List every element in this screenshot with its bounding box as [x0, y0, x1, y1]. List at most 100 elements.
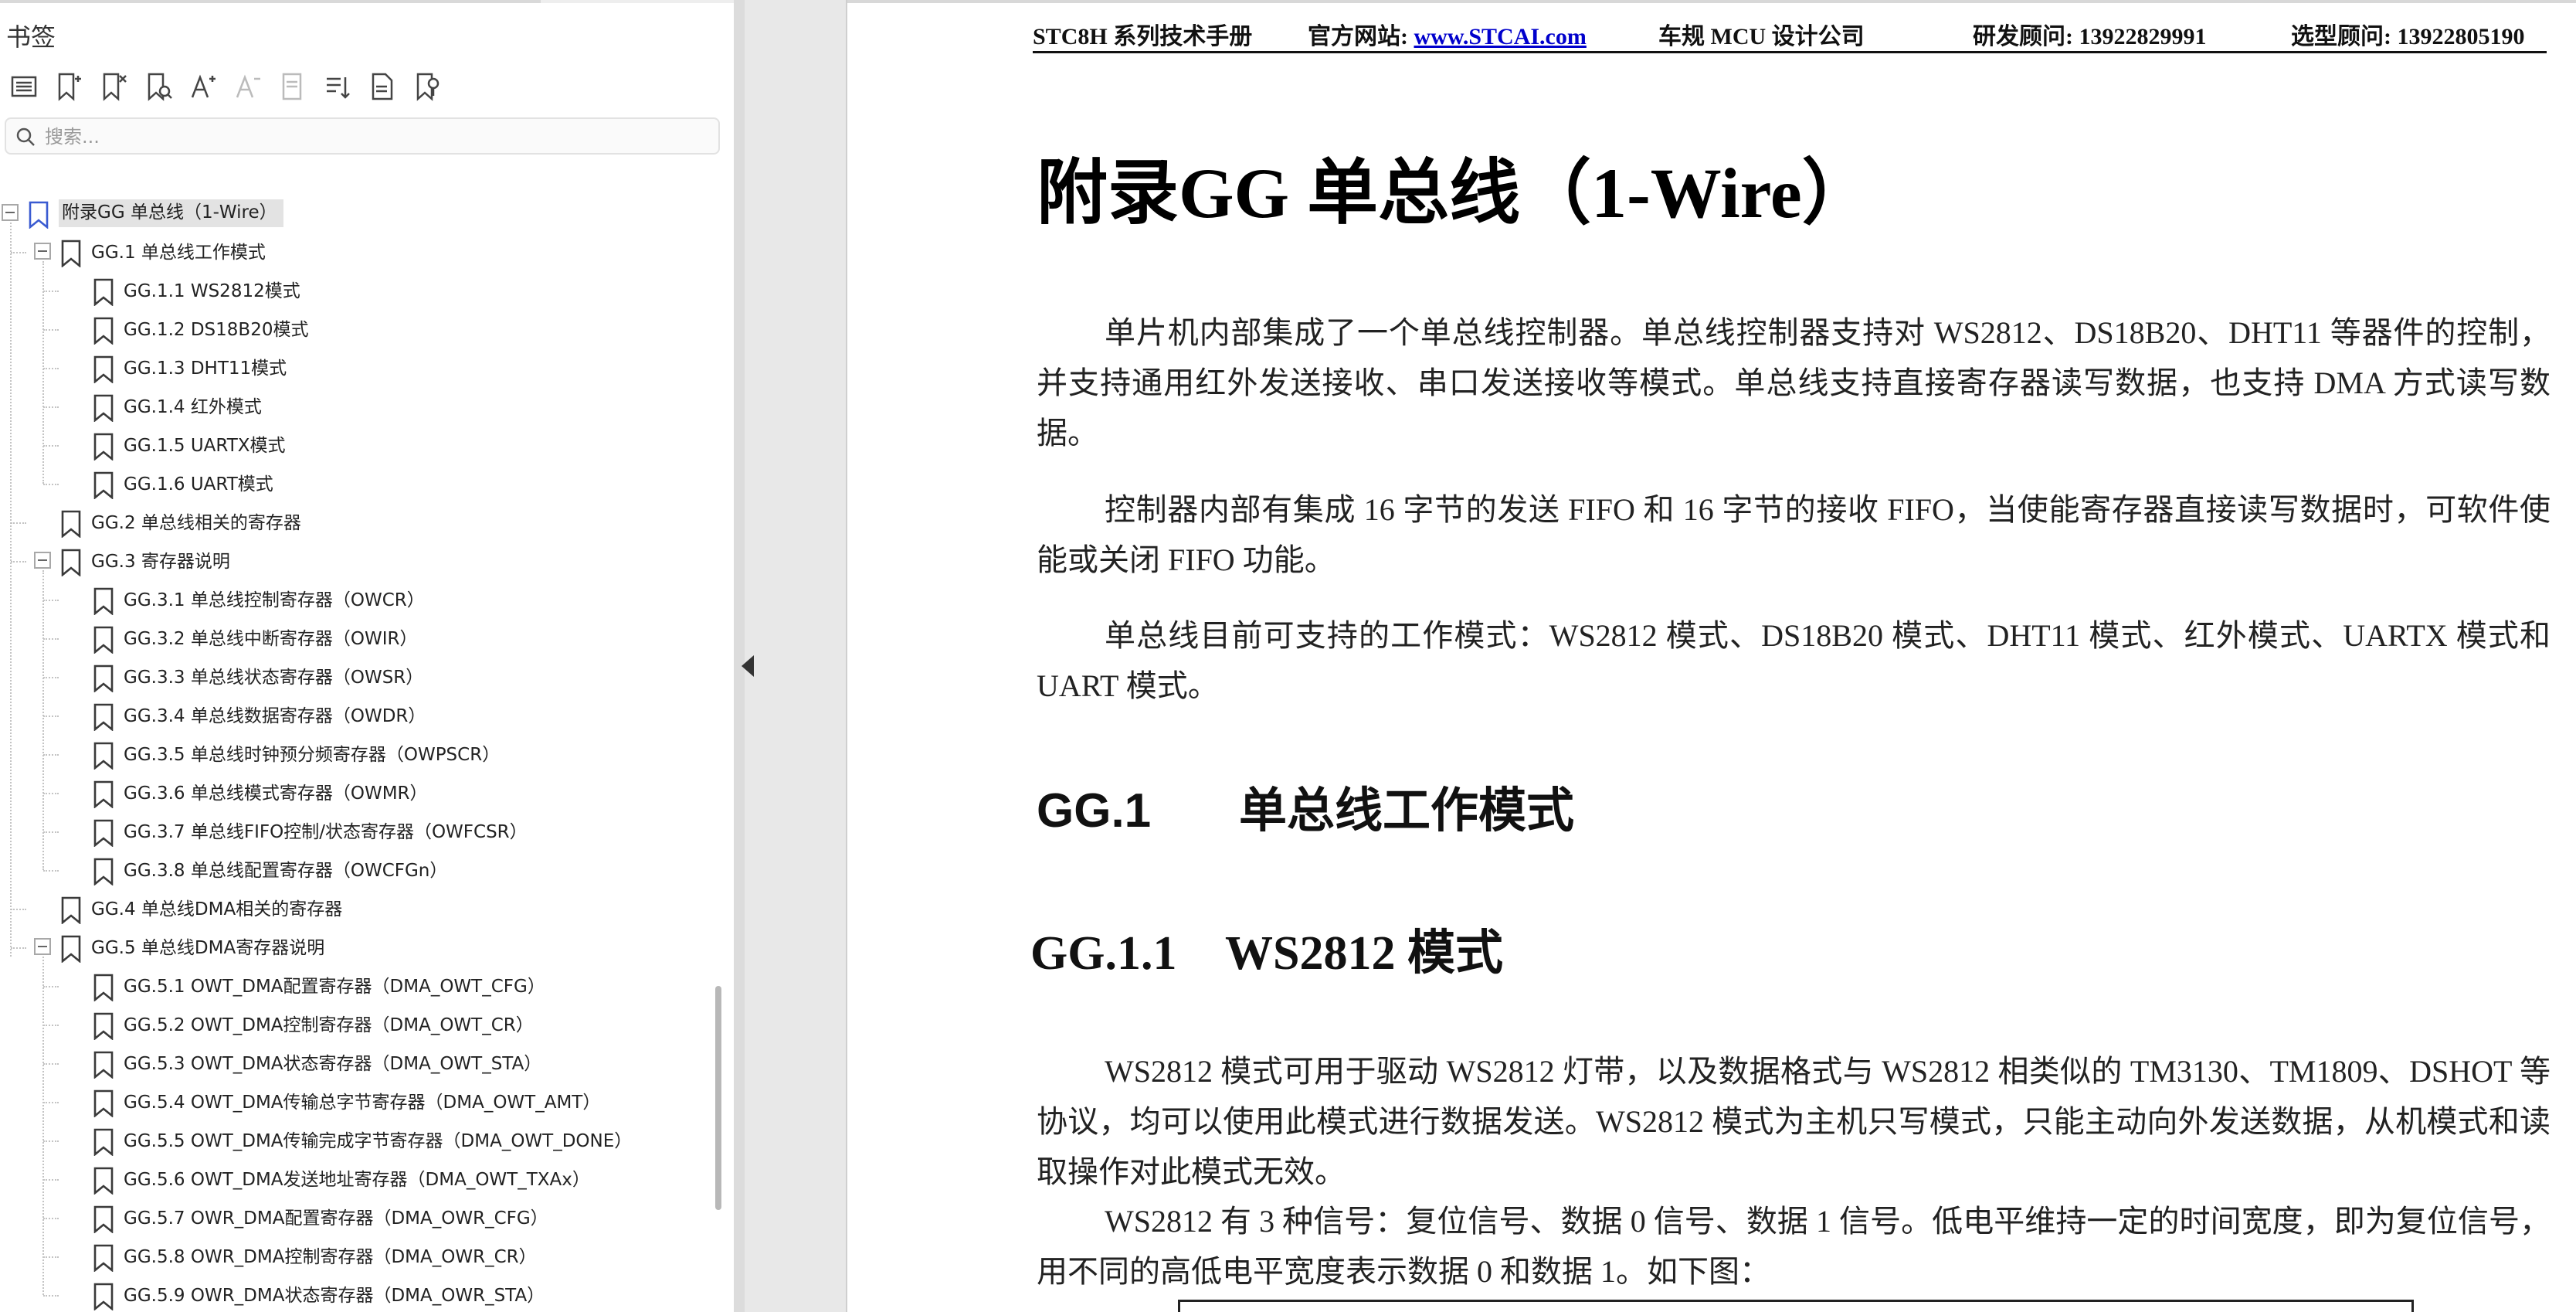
bookmark-search-icon[interactable]: [409, 69, 445, 104]
tree-connector: [43, 831, 59, 833]
bookmark-label: GG.2 单总线相关的寄存器: [91, 513, 301, 533]
collapse-toggle-icon[interactable]: [34, 552, 51, 569]
header-sel-contact: 选型顾问: 13922805190: [2291, 24, 2525, 49]
tree-guide-line: [42, 261, 44, 484]
bookmark-icon: [93, 742, 114, 770]
bookmark-item[interactable]: GG.1.1 WS2812模式: [0, 272, 703, 311]
bookmark-label: GG.5.5 OWT_DMA传输完成字节寄存器（DMA_OWT_DONE）: [124, 1131, 633, 1151]
bookmark-label: GG.3.3 单总线状态寄存器（OWSR）: [124, 668, 424, 688]
bookmark-properties-icon[interactable]: [275, 69, 311, 104]
tree-guide-line: [10, 223, 12, 957]
bookmark-icon: [93, 858, 114, 886]
bookmark-item[interactable]: GG.2 单总线相关的寄存器: [0, 504, 703, 542]
bookmark-item[interactable]: GG.3.8 单总线配置寄存器（OWCFGn）: [0, 851, 703, 890]
tree-connector: [11, 561, 26, 563]
tree-connector: [43, 677, 59, 678]
tree-connector: [43, 638, 59, 640]
bookmark-item[interactable]: GG.5.4 OWT_DMA传输总字节寄存器（DMA_OWT_AMT）: [0, 1083, 703, 1122]
section-heading: GG.1 单总线工作模式: [1037, 780, 1574, 842]
collapse-toggle-icon[interactable]: [34, 243, 51, 260]
page-header: STC8H 系列技术手册 官方网站: www.STCAI.com 车规 MCU …: [1033, 17, 2547, 53]
chapter-title: 附录GG 单总线（1-Wire）: [1037, 154, 1873, 233]
section-title: 单总线工作模式: [1239, 784, 1575, 838]
bookmark-label: GG.5.2 OWT_DMA控制寄存器（DMA_OWT_CR）: [124, 1015, 534, 1035]
sort-bookmarks-icon[interactable]: [320, 69, 355, 104]
bookmark-from-page-icon[interactable]: [365, 69, 400, 104]
bookmarks-panel: 书签 搜索... 附录GG 单总线（1-Wire） GG.1 单总线工作模式 G…: [0, 0, 734, 1312]
bookmark-label: GG.1.1 WS2812模式: [124, 281, 300, 301]
bookmark-label: GG.3.4 单总线数据寄存器（OWDR）: [124, 706, 426, 726]
tree-connector: [43, 1295, 59, 1297]
tree-connector: [43, 1140, 59, 1142]
bookmark-item[interactable]: GG.3.3 单总线状态寄存器（OWSR）: [0, 658, 703, 697]
header-site-label: 官方网站: www.STCAI.com: [1308, 17, 1587, 51]
expand-all-icon[interactable]: [6, 69, 42, 104]
tree-connector: [43, 1025, 59, 1026]
bookmark-icon: [93, 703, 114, 732]
tree-connector: [43, 406, 59, 408]
bookmark-item[interactable]: GG.5.3 OWT_DMA状态寄存器（DMA_OWT_STA）: [0, 1045, 703, 1083]
header-rd-contact: 研发顾问: 13922829991: [1973, 24, 2207, 49]
bookmark-item[interactable]: 附录GG 单总线（1-Wire）: [0, 195, 703, 233]
tree-connector: [11, 252, 26, 253]
bookmark-item[interactable]: GG.5.9 OWR_DMA状态寄存器（DMA_OWR_STA）: [0, 1276, 703, 1312]
bookmark-icon: [93, 626, 114, 654]
figure-frame: [1178, 1300, 2414, 1312]
bookmark-item[interactable]: GG.5.2 OWT_DMA控制寄存器（DMA_OWT_CR）: [0, 1006, 703, 1045]
bookmark-tree: 附录GG 单总线（1-Wire） GG.1 单总线工作模式 GG.1.1 WS281…: [0, 195, 703, 1312]
bookmark-item[interactable]: GG.1.6 UART模式: [0, 465, 703, 504]
bookmark-item[interactable]: GG.3.2 单总线中断寄存器（OWIR）: [0, 620, 703, 658]
ws2812-paragraph-2: WS2812 有 3 种信号：复位信号、数据 0 信号、数据 1 信号。低电平维…: [1037, 1204, 2551, 1289]
bookmark-item[interactable]: GG.3.6 单总线模式寄存器（OWMR）: [0, 774, 703, 813]
bookmark-item[interactable]: GG.1.4 红外模式: [0, 388, 703, 427]
bookmark-icon: [60, 510, 82, 539]
bookmark-icon: [93, 1051, 114, 1079]
bookmark-icon: [60, 935, 82, 964]
bookmark-icon: [60, 240, 82, 268]
tree-guide-line: [42, 570, 44, 870]
bookmark-icon: [93, 471, 114, 500]
bookmark-label: GG.3 寄存器说明: [91, 552, 230, 572]
collapse-toggle-icon[interactable]: [34, 938, 51, 955]
tree-connector: [43, 445, 59, 447]
bookmark-item[interactable]: GG.3.4 单总线数据寄存器（OWDR）: [0, 697, 703, 736]
tree-connector: [43, 986, 59, 987]
tree-connector: [11, 947, 26, 949]
bookmark-item[interactable]: GG.5.8 OWR_DMA控制寄存器（DMA_OWR_CR）: [0, 1238, 703, 1276]
bookmark-item[interactable]: GG.3.5 单总线时钟预分频寄存器（OWPSCR）: [0, 736, 703, 774]
bookmark-item[interactable]: GG.1.3 DHT11模式: [0, 349, 703, 388]
font-smaller-icon[interactable]: [230, 69, 266, 104]
bookmark-item[interactable]: GG.5 单总线DMA寄存器说明: [0, 929, 703, 967]
collapse-toggle-icon[interactable]: [2, 204, 19, 221]
tree-connector: [43, 793, 59, 794]
bookmark-item[interactable]: GG.5.1 OWT_DMA配置寄存器（DMA_OWT_CFG）: [0, 967, 703, 1006]
tree-connector: [43, 715, 59, 717]
bookmark-label: GG.5.3 OWT_DMA状态寄存器（DMA_OWT_STA）: [124, 1054, 542, 1074]
bookmark-icon: [93, 780, 114, 809]
tree-connector: [43, 870, 59, 872]
bookmark-item[interactable]: GG.5.5 OWT_DMA传输完成字节寄存器（DMA_OWT_DONE）: [0, 1122, 703, 1161]
bookmark-item[interactable]: GG.1 单总线工作模式: [0, 233, 703, 272]
bookmark-item[interactable]: GG.5.6 OWT_DMA发送地址寄存器（DMA_OWT_TXAx）: [0, 1161, 703, 1199]
search-input[interactable]: [43, 122, 711, 151]
bookmark-label: GG.3.8 单总线配置寄存器（OWCFGn）: [124, 861, 448, 881]
bookmark-item[interactable]: GG.4 单总线DMA相关的寄存器: [0, 890, 703, 929]
search-icon: [16, 127, 35, 146]
bookmark-icon: [93, 664, 114, 693]
bookmark-item[interactable]: GG.3.7 单总线FIFO控制/状态寄存器（OWFCSR）: [0, 813, 703, 851]
intro-paragraph-3: 单总线目前可支持的工作模式：WS2812 模式、DS18B20 模式、DHT11…: [1037, 618, 2551, 703]
bookmark-search-box[interactable]: [5, 117, 720, 155]
bookmark-label: GG.3.7 单总线FIFO控制/状态寄存器（OWFCSR）: [124, 822, 528, 842]
bookmark-item[interactable]: GG.5.7 OWR_DMA配置寄存器（DMA_OWR_CFG）: [0, 1199, 703, 1238]
bookmark-item[interactable]: GG.1.5 UARTX模式: [0, 427, 703, 465]
add-bookmark-icon[interactable]: [51, 69, 87, 104]
header-site-link[interactable]: www.STCAI.com: [1414, 24, 1587, 49]
bookmark-item[interactable]: GG.3 寄存器说明: [0, 542, 703, 581]
bookmark-item[interactable]: GG.1.2 DS18B20模式: [0, 311, 703, 349]
find-bookmark-icon[interactable]: [141, 69, 176, 104]
font-larger-icon[interactable]: [185, 69, 221, 104]
collapse-panel-icon[interactable]: [742, 655, 754, 677]
delete-bookmark-icon[interactable]: [96, 69, 131, 104]
tree-scrollbar-thumb[interactable]: [715, 986, 721, 1210]
bookmark-item[interactable]: GG.3.1 单总线控制寄存器（OWCR）: [0, 581, 703, 620]
